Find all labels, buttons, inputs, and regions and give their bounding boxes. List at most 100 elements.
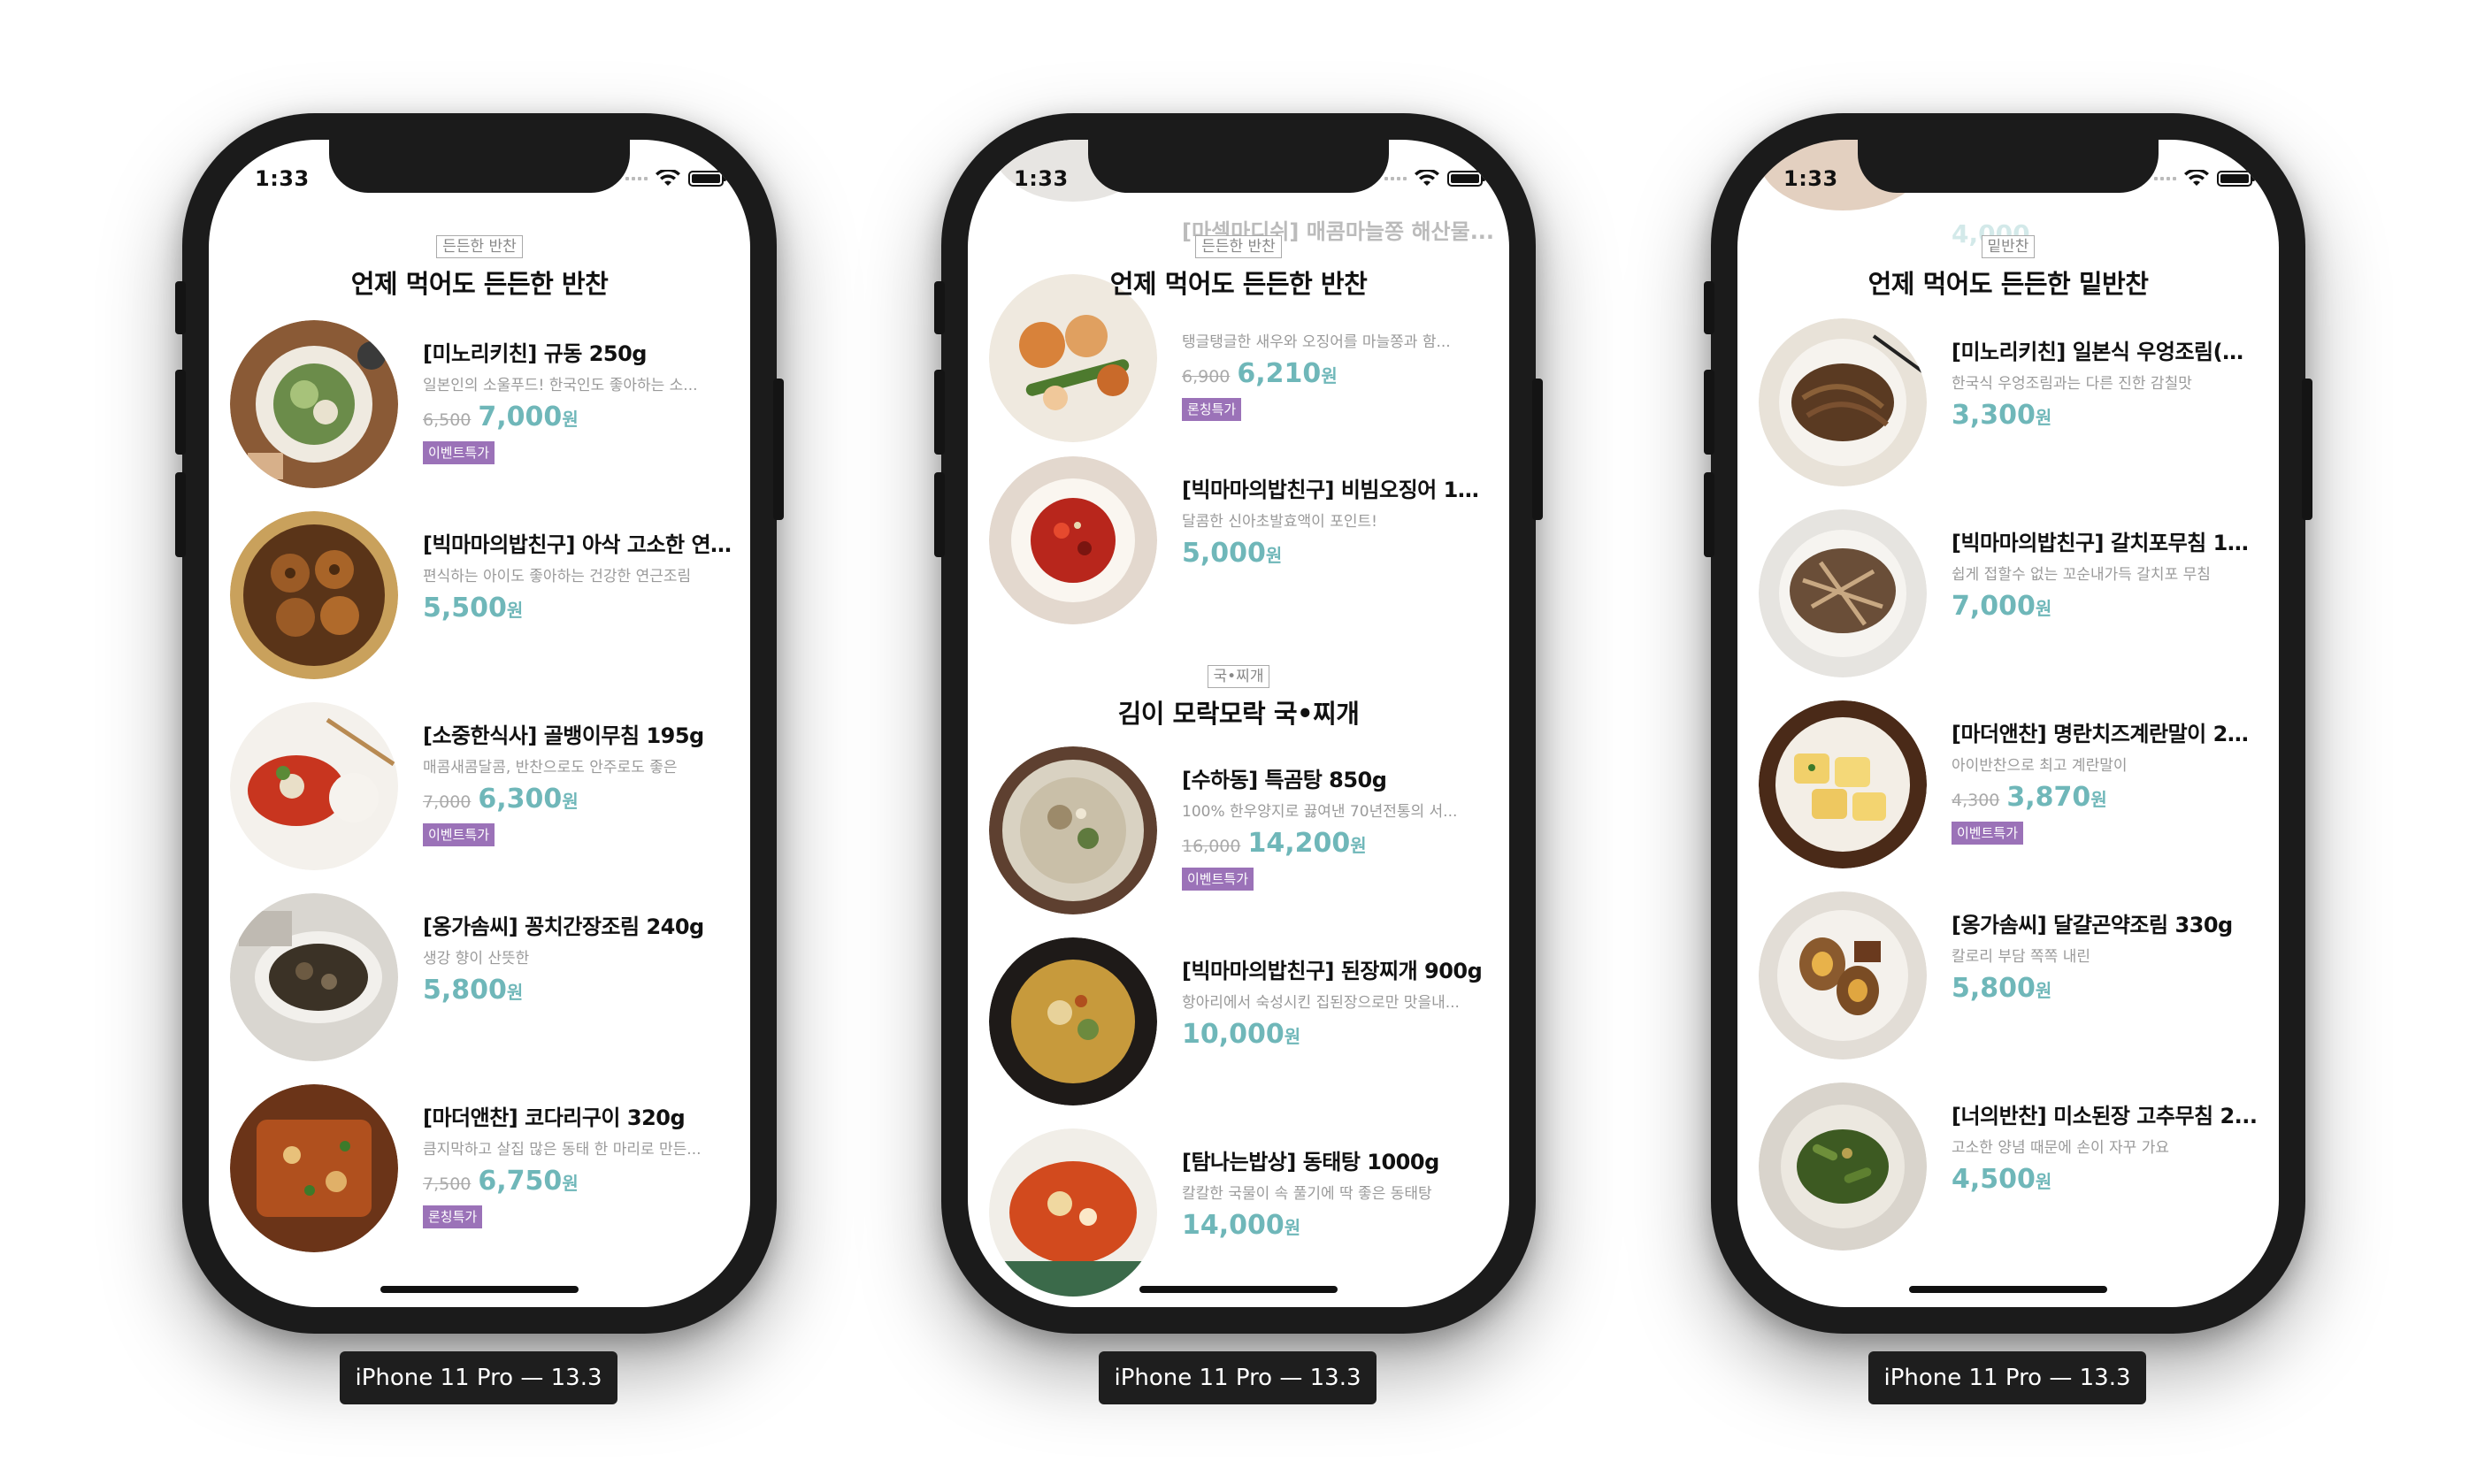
product-name: [옹가솜씨] 꽁치간장조림 240g	[423, 914, 704, 939]
battery-icon	[1447, 171, 1485, 187]
product-item[interactable]: [미노리키친] 일본식 우엉조림(킨... 한국식 우엉조림과는 다른 진한 감…	[1759, 318, 2263, 495]
wifi-icon	[656, 170, 680, 186]
original-price: 6,900	[1182, 367, 1231, 386]
screen: 1:33 [마셀마디쉬] 매콤마늘쫑 해산물... 든든한 반찬 언제 먹어도 …	[968, 140, 1509, 1307]
promo-badge: 론칭특가	[1182, 398, 1242, 421]
product-name: [빅마마의밥친구] 갈치포무침 15...	[1952, 531, 2261, 555]
sale-price: 6,210원	[1237, 358, 1338, 389]
sale-price: 5,000원	[1182, 538, 1283, 569]
volume-up-button	[1704, 370, 1714, 455]
wifi-icon	[2184, 170, 2209, 186]
home-indicator[interactable]	[380, 1286, 579, 1293]
power-button	[1532, 379, 1543, 520]
home-indicator[interactable]	[1909, 1286, 2107, 1293]
original-price: 7,500	[423, 1174, 472, 1194]
product-thumbnail	[230, 511, 398, 679]
product-name: [빅마마의밥친구] 된장찌개 900g	[1182, 959, 1483, 983]
product-item[interactable]: [소중한식사] 골뱅이무침 195g 매콤새콤달콤, 반찬으로도 안주로도 좋은…	[230, 702, 734, 879]
original-price: 16,000	[1182, 837, 1241, 856]
product-description: 쉽게 접할수 없는 꼬순내가득 갈치포 무침	[1952, 566, 2211, 584]
sale-price: 5,800원	[423, 975, 524, 1006]
product-item[interactable]: 탱글탱글한 새우와 오징어를 마늘쫑과 함... 6,900 6,210원 론칭특…	[989, 274, 1493, 451]
product-thumbnail	[1759, 1082, 1927, 1251]
product-name: [너의반찬] 미소된장 고추무침 2...	[1952, 1104, 2258, 1128]
product-thumbnail	[989, 1128, 1157, 1297]
section-header: 국•찌개 김이 모락모락 국•찌개	[968, 665, 1509, 731]
notch	[1088, 140, 1389, 193]
section-title: 언제 먹어도 든든한 밑반찬	[1867, 269, 2149, 299]
signal-icon	[2154, 177, 2176, 180]
product-description: 고소한 양념 때문에 손이 자꾸 가요	[1952, 1139, 2169, 1157]
product-item[interactable]: [빅마마의밥친구] 아삭 고소한 연... 편식하는 아이도 좋아하는 건강한 …	[230, 511, 734, 688]
original-price: 7,000	[423, 792, 472, 812]
sale-price: 5,500원	[423, 593, 524, 623]
product-description: 편식하는 아이도 좋아하는 건강한 연근조림	[423, 568, 692, 585]
mute-switch	[175, 281, 186, 334]
section-tag: 든든한 반찬	[1195, 235, 1282, 258]
product-description: 100% 한우양지로 끓여낸 70년전통의 서...	[1182, 803, 1458, 821]
product-thumbnail	[230, 320, 398, 488]
product-name: [미노리키친] 규동 250g	[423, 341, 648, 366]
device-caption: iPhone 11 Pro — 13.3	[340, 1351, 617, 1404]
battery-icon	[2217, 171, 2255, 187]
section-header: 든든한 반찬 언제 먹어도 든든한 반찬	[209, 235, 750, 301]
section-title: 김이 모락모락 국•찌개	[1117, 699, 1360, 729]
volume-up-button	[934, 370, 945, 455]
product-item[interactable]: [빅마마의밥친구] 비빔오징어 15... 달콤한 신아초발효액이 포인트! 5…	[989, 456, 1493, 633]
product-description: 한국식 우엉조림과는 다른 진한 감칠맛	[1952, 375, 2192, 393]
product-description: 탱글탱글한 새우와 오징어를 마늘쫑과 함...	[1182, 333, 1451, 351]
device-frame: 1:33 [마셀마디쉬] 매콤마늘쫑 해산물... 든든한 반찬 언제 먹어도 …	[934, 113, 1543, 1334]
phone-1: 1:33 든든한 반찬 언제 먹어도 든든한 반찬 [미노리키친] 규동 250…	[175, 113, 784, 1408]
product-thumbnail	[989, 746, 1157, 914]
product-item[interactable]: [옹가솜씨] 꽁치간장조림 240g 생강 향이 산뜻한 5,800원	[230, 893, 734, 1070]
product-thumbnail	[1759, 318, 1927, 486]
screen: 1:33 4,000 밑반찬 언제 먹어도 든든한 밑반찬 [미노리키친] 일본…	[1737, 140, 2279, 1307]
original-price: 6,500	[423, 410, 472, 430]
product-thumbnail	[1759, 891, 1927, 1059]
sale-price: 3,300원	[1952, 400, 2052, 431]
product-description: 아이반찬으로 최고 계란말이	[1952, 757, 2128, 775]
promo-badge: 이벤트특가	[1952, 822, 2024, 845]
product-item[interactable]: [마더앤찬] 명란치즈계란말이 23... 아이반찬으로 최고 계란말이 4,3…	[1759, 700, 2263, 877]
product-item[interactable]: [옹가솜씨] 달걀곤약조림 330g 칼로리 부담 쪽쪽 내린 5,800원	[1759, 891, 2263, 1068]
sale-price: 14,000원	[1182, 1210, 1301, 1241]
sale-price: 10,000원	[1182, 1019, 1301, 1050]
product-name: [빅마마의밥친구] 아삭 고소한 연...	[423, 532, 732, 557]
product-item[interactable]: [마더앤찬] 코다리구이 320g 큼지막하고 살집 많은 동태 한 마리로 만…	[230, 1084, 734, 1261]
product-description: 생강 향이 산뜻한	[423, 950, 530, 968]
product-description: 칼칼한 국물이 속 풀기에 딱 좋은 동태탕	[1182, 1185, 1432, 1203]
product-name: [탐나는밥상] 동태탕 1000g	[1182, 1150, 1439, 1174]
volume-down-button	[1704, 472, 1714, 557]
notch	[1858, 140, 2159, 193]
sale-price: 14,200원	[1247, 828, 1367, 859]
product-description: 칼로리 부담 쪽쪽 내린	[1952, 948, 2090, 966]
product-thumbnail	[1759, 700, 1927, 868]
device-caption: iPhone 11 Pro — 13.3	[1099, 1351, 1377, 1404]
product-item[interactable]: [미노리키친] 규동 250g 일본인의 소울푸드! 한국인도 좋아하는 소..…	[230, 320, 734, 497]
product-item[interactable]: [너의반찬] 미소된장 고추무침 2... 고소한 양념 때문에 손이 자꾸 가…	[1759, 1082, 2263, 1259]
home-indicator[interactable]	[1139, 1286, 1338, 1293]
phone-3: 1:33 4,000 밑반찬 언제 먹어도 든든한 밑반찬 [미노리키친] 일본…	[1704, 113, 2312, 1408]
sale-price: 6,750원	[478, 1166, 579, 1197]
battery-icon	[688, 171, 726, 187]
promo-badge: 이벤트특가	[423, 441, 495, 464]
product-item[interactable]: [빅마마의밥친구] 된장찌개 900g 항아리에서 숙성시킨 집된장으로만 맛을…	[989, 937, 1493, 1114]
product-name: [마더앤찬] 코다리구이 320g	[423, 1105, 686, 1130]
product-name: [수하동] 특곰탕 850g	[1182, 768, 1387, 792]
product-name: [미노리키친] 일본식 우엉조림(킨...	[1952, 340, 2261, 364]
sale-price: 4,500원	[1952, 1164, 2052, 1195]
status-time: 1:33	[255, 166, 310, 191]
product-item[interactable]: [수하동] 특곰탕 850g 100% 한우양지로 끓여낸 70년전통의 서..…	[989, 746, 1493, 923]
sale-price: 6,300원	[478, 784, 579, 815]
power-button	[773, 379, 784, 520]
status-time: 1:33	[1014, 166, 1069, 191]
volume-up-button	[175, 370, 186, 455]
power-button	[2302, 379, 2312, 520]
signal-icon	[1384, 177, 1407, 180]
product-thumbnail	[989, 456, 1157, 624]
section-header: 밑반찬 언제 먹어도 든든한 밑반찬	[1737, 235, 2279, 301]
product-item[interactable]: [탐나는밥상] 동태탕 1000g 칼칼한 국물이 속 풀기에 딱 좋은 동태탕…	[989, 1128, 1493, 1305]
mute-switch	[1704, 281, 1714, 334]
product-description: 항아리에서 숙성시킨 집된장으로만 맛을내...	[1182, 994, 1460, 1012]
product-item[interactable]: [빅마마의밥친구] 갈치포무침 15... 쉽게 접할수 없는 꼬순내가득 갈치…	[1759, 509, 2263, 686]
